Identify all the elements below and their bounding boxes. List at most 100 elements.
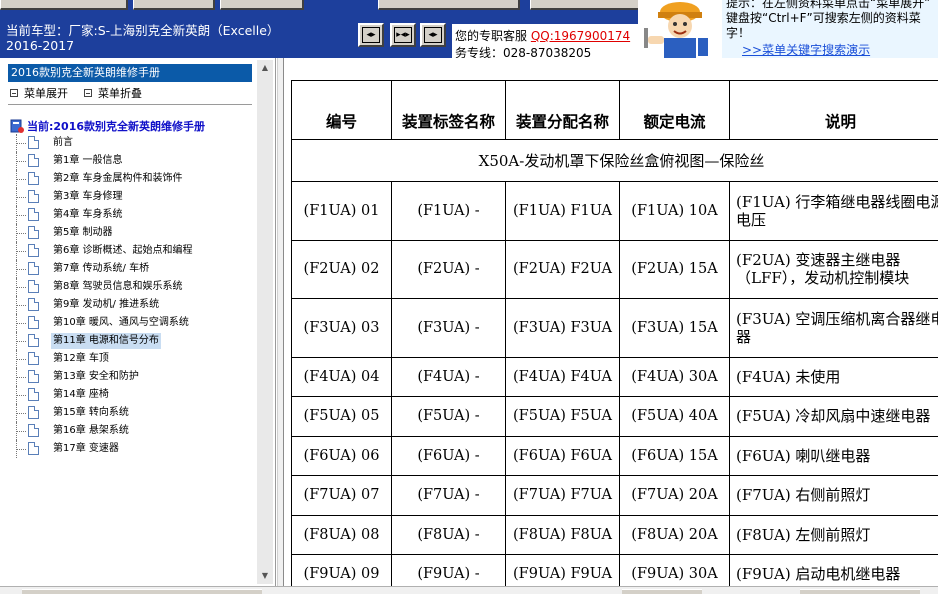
cell-device-label: (F7UA) -: [391, 475, 506, 516]
tree-item[interactable]: 前言: [0, 134, 255, 152]
cell-device-label: (F3UA) -: [391, 298, 506, 358]
nav-last-button[interactable]: ◂▸: [420, 23, 446, 47]
document-icon: [28, 154, 39, 167]
tree-branch-line: [16, 260, 26, 278]
tree-item[interactable]: 第5章 制动器: [0, 224, 255, 242]
tree-item-label: 第4章 车身系统: [53, 209, 123, 220]
table-row: (F9UA) 09 (F9UA) - (F9UA) F9UA (F9UA) 30A (F…: [291, 554, 938, 586]
tree-item[interactable]: 第16章 悬架系统: [0, 422, 255, 440]
document-icon: [28, 172, 39, 185]
qq-link[interactable]: QQ:1967900174: [531, 29, 630, 43]
cell-rated-current: (F1UA) 10A: [619, 181, 730, 241]
collapse-icon: [84, 89, 92, 97]
tip-text-line2: 键盘按“Ctrl+F”可搜索左侧的资料菜: [726, 11, 921, 25]
tree-item[interactable]: 第2章 车身金属构件和装饰件: [0, 170, 255, 188]
table-row: (F2UA) 02 (F2UA) - (F2UA) F2UA (F2UA) 15A (F…: [291, 239, 938, 299]
tree-item[interactable]: 第4章 车身系统: [0, 206, 255, 224]
tree-item[interactable]: 第17章 变速器: [0, 440, 255, 458]
search-tip-box: 提示：在左侧资料菜单点击“菜单展开” 键盘按“Ctrl+F”可搜索左侧的资料菜 …: [722, 0, 938, 58]
bottom-tab-right[interactable]: [800, 589, 920, 594]
nav-middle-icon: ▸◂▸: [394, 27, 412, 43]
book-icon: [10, 119, 24, 133]
tree-item[interactable]: 第10章 暖风、通风与空调系统: [0, 314, 255, 332]
tree-item[interactable]: 第14章 座椅: [0, 386, 255, 404]
tree-item[interactable]: 第11章 电源和信号分布: [0, 332, 255, 350]
tree-branch-line: [16, 206, 26, 224]
cell-description: (F9UA) 启动电机继电器: [729, 554, 938, 586]
tree-branch-line: [16, 386, 26, 404]
tree-branch-line: [16, 278, 26, 296]
scroll-down-icon[interactable]: ▼: [257, 568, 273, 584]
section-title-row: X50A-发动机罩下保险丝盒俯视图—保险丝: [291, 139, 938, 182]
tree-item-label: 第8章 驾驶员信息和娱乐系统: [53, 281, 183, 292]
document-icon: [28, 280, 39, 293]
tree-item[interactable]: 第8章 驾驶员信息和娱乐系统: [0, 278, 255, 296]
cell-rated-current: (F4UA) 30A: [619, 356, 730, 397]
toolbar-button-5[interactable]: [530, 0, 640, 10]
document-icon: [28, 352, 39, 365]
table-row: (F8UA) 08 (F8UA) - (F8UA) F8UA (F8UA) 20A (F…: [291, 514, 938, 555]
cell-rated-current: (F9UA) 30A: [619, 554, 730, 586]
cell-device-label: (F9UA) -: [391, 554, 506, 586]
document-icon: [28, 208, 39, 221]
tree-item[interactable]: 第1章 一般信息: [0, 152, 255, 170]
tree-branch-line: [16, 314, 26, 332]
table-header-row: 编号 装置标签名称 装置分配名称 额定电流 说明: [291, 80, 938, 140]
table-row: (F5UA) 05 (F5UA) - (F5UA) F5UA (F5UA) 40A (F…: [291, 396, 938, 437]
tree-item-label: 前言: [53, 137, 73, 148]
bottom-tab-left[interactable]: [22, 589, 262, 594]
tree-item[interactable]: 第13章 安全和防护: [0, 368, 255, 386]
document-icon: [28, 244, 39, 257]
cell-description: (F6UA) 喇叭继电器: [729, 435, 938, 476]
toolbar-button-2[interactable]: [133, 0, 215, 10]
toolbar-button-1[interactable]: [0, 0, 128, 10]
tree-item[interactable]: 第6章 诊断概述、起始点和编程: [0, 242, 255, 260]
tree-item-label: 第17章 变速器: [53, 443, 119, 454]
sidebar-scrollbar[interactable]: ▲ ▼: [257, 60, 273, 584]
tree-item[interactable]: 第7章 传动系统/ 车桥: [0, 260, 255, 278]
cell-description: (F3UA) 空调压缩机离合器继电器: [729, 298, 938, 358]
header-id: 编号: [291, 80, 392, 140]
service-hotline: 务专线：028-87038205: [455, 46, 592, 58]
table-row: (F4UA) 04 (F4UA) - (F4UA) F4UA (F4UA) 30A (F…: [291, 356, 938, 397]
toolbar-button-3[interactable]: [220, 0, 304, 10]
cell-id: (F2UA) 02: [291, 239, 392, 299]
nav-middle-button[interactable]: ▸◂▸: [390, 23, 416, 47]
cell-device-assign: (F5UA) F5UA: [505, 396, 620, 437]
document-icon: [28, 190, 39, 203]
cell-device-label: (F6UA) -: [391, 435, 506, 476]
cell-device-label: (F5UA) -: [391, 396, 506, 437]
top-header-bar: 当前车型：厂家:S-上海别克全新英朗（Excelle） 2016-2017 ◂▸…: [0, 0, 938, 58]
scroll-up-icon[interactable]: ▲: [257, 60, 273, 76]
tree-item[interactable]: 第3章 车身修理: [0, 188, 255, 206]
bottom-tab-middle[interactable]: [622, 589, 702, 594]
tree-item-label: 第12章 车顶: [53, 353, 109, 364]
cell-rated-current: (F6UA) 15A: [619, 435, 730, 476]
tree-root[interactable]: 当前:2016款别克全新英朗维修手册: [10, 118, 205, 134]
cell-id: (F4UA) 04: [291, 356, 392, 397]
document-icon: [28, 262, 39, 275]
search-demo-link[interactable]: >>菜单关键字搜索演示: [742, 41, 870, 58]
nav-first-button[interactable]: ◂▸: [358, 23, 384, 47]
tree-branch-line: [16, 422, 26, 440]
tree-item-label: 第2章 车身金属构件和装饰件: [53, 173, 183, 184]
tree-item-label: 第6章 诊断概述、起始点和编程: [53, 245, 193, 256]
header-description: 说明: [729, 80, 938, 140]
tree-root-label: 当前:2016款别克全新英朗维修手册: [27, 120, 206, 133]
cell-device-label: (F2UA) -: [391, 239, 506, 299]
tree-item[interactable]: 第15章 转向系统: [0, 404, 255, 422]
tree-branch-line: [16, 440, 26, 458]
toolbar-button-4[interactable]: [378, 0, 520, 10]
cell-device-assign: (F8UA) F8UA: [505, 514, 620, 555]
customer-service-box: 您的专职客服 QQ:1967900174 务专线：028-87038205: [452, 24, 638, 58]
cell-id: (F5UA) 05: [291, 396, 392, 437]
tree-item[interactable]: 第12章 车顶: [0, 350, 255, 368]
expand-all-button[interactable]: 菜单展开: [10, 85, 68, 101]
tree-item-label: 第15章 转向系统: [53, 407, 129, 418]
document-icon: [28, 226, 39, 239]
pane-splitter[interactable]: [277, 58, 284, 586]
cell-description: (F8UA) 左侧前照灯: [729, 514, 938, 555]
fuse-table: 编号 装置标签名称 装置分配名称 额定电流 说明 X50A-发动机罩下保险丝盒俯…: [291, 80, 938, 586]
tree-item[interactable]: 第9章 发动机/ 推进系统: [0, 296, 255, 314]
collapse-all-button[interactable]: 菜单折叠: [84, 85, 142, 101]
